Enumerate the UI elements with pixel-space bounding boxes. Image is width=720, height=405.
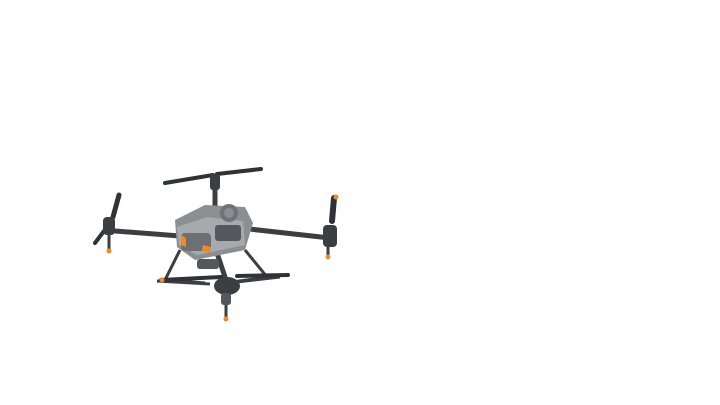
drone-body bbox=[175, 204, 253, 269]
propeller-right bbox=[323, 194, 339, 260]
drone-image bbox=[85, 165, 350, 330]
propeller-top bbox=[163, 167, 263, 190]
arm-rear-right bbox=[237, 225, 333, 241]
drone-illustration bbox=[93, 167, 339, 322]
propeller-left bbox=[93, 192, 122, 254]
canvas bbox=[0, 0, 720, 405]
